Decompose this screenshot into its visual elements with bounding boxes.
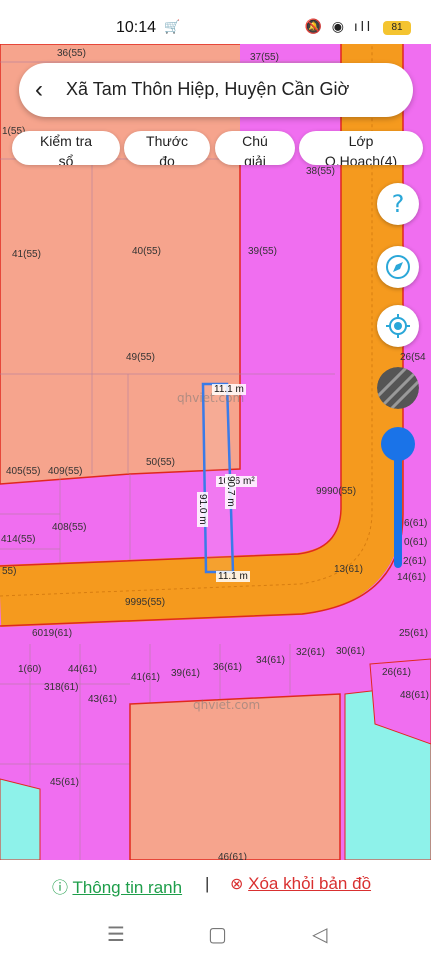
lot-label: 39(61) (171, 668, 200, 679)
system-nav-bar: ☰ ▢ ◁ (0, 908, 431, 960)
lot-label: 43(61) (88, 694, 117, 705)
measure-label-2: đo (159, 153, 175, 165)
lot-label: 50(55) (146, 457, 175, 468)
lot-label: 6019(61) (32, 628, 73, 639)
help-button[interactable]: ? (377, 183, 419, 225)
shopping-cart-icon: 🛒 (164, 19, 181, 34)
legend-label-2: giải (244, 153, 266, 165)
map-view[interactable]: 36(55) 37(55) 1(55) 38(55) 41(55) 40(55)… (0, 44, 431, 860)
help-icon: ? (392, 191, 405, 217)
satellite-layer-button[interactable] (377, 367, 419, 409)
planning-layer-button[interactable]: Lớp Q.Hoạch(4) (299, 131, 423, 165)
watermark: qhviet.com (193, 698, 261, 712)
lot-label: 318(61) (44, 682, 79, 693)
opacity-slider[interactable] (394, 446, 402, 568)
lot-label: 40(55) (132, 246, 161, 257)
lot-label: 36(55) (57, 48, 86, 59)
menu-icon[interactable]: ☰ (107, 922, 125, 947)
layer-label-1: Lớp (348, 133, 374, 149)
lot-label: 38(55) (306, 166, 335, 177)
boundary-info-label: Thông tin ranh (72, 878, 183, 897)
satellite-layer-icon (377, 367, 419, 409)
separator: | (205, 874, 210, 893)
page-title: Xã Tam Thôn Hiệp, Huyện Cần Giờ (66, 79, 350, 99)
lot-label: 13(61) (334, 564, 363, 575)
close-circle-icon: ⊗ (230, 876, 244, 893)
lot-label: 9990(55) (316, 486, 357, 497)
status-time: 10:14 (116, 19, 157, 36)
check-book-label-2: sổ (58, 153, 74, 165)
lot-label: 55) (2, 566, 17, 577)
zone-water-west (0, 778, 41, 860)
area-label: 1006 m² (216, 476, 257, 487)
check-book-button[interactable]: Kiểm tra sổ (12, 131, 120, 165)
measure-left: 91.0 m (197, 492, 208, 527)
lot-label: 405(55) (6, 466, 41, 477)
layer-label-2: Q.Hoạch(4) (324, 153, 398, 165)
locate-button[interactable] (377, 305, 419, 347)
lot-label: 408(55) (52, 522, 87, 533)
remove-from-map-link[interactable]: ⊗ Xóa khỏi bản đồ (230, 874, 371, 894)
back-icon[interactable]: ◁ (312, 922, 327, 947)
lot-label: 0(61) (404, 537, 428, 548)
measure-right: 90.7 m (225, 474, 236, 509)
measure-bottom: 11.1 m (216, 571, 250, 582)
lot-label: 14(61) (397, 572, 426, 583)
lot-label: 49(55) (126, 352, 155, 363)
lot-label: 37(55) (250, 52, 279, 63)
lot-label: 26(61) (382, 667, 411, 678)
measure-tool-button[interactable]: Thước đo (124, 131, 210, 165)
compass-button[interactable] (377, 246, 419, 288)
lot-label: 25(61) (399, 628, 428, 639)
lot-label: 44(61) (68, 664, 97, 675)
measure-label-1: Thước (146, 133, 188, 149)
lot-label: 9995(55) (125, 597, 166, 608)
lot-label: 26(54 (400, 352, 426, 363)
lot-label: 46(61) (218, 852, 247, 860)
check-book-label-1: Kiểm tra (39, 133, 93, 149)
bottom-action-bar: ⓘ Thông tin ranh | ⊗ Xóa khỏi bản đồ (0, 860, 431, 908)
status-icons: 🔕 ◉ ıll (304, 18, 373, 34)
lot-label: 414(55) (1, 534, 36, 545)
measure-top: 11.1 m (212, 384, 246, 395)
legend-button[interactable]: Chú giải (215, 131, 295, 165)
lot-label: 48(61) (400, 690, 429, 701)
legend-label-1: Chú (242, 133, 268, 149)
lot-label: 34(61) (256, 655, 285, 666)
lot-label: 41(55) (12, 249, 41, 260)
home-icon[interactable]: ▢ (208, 922, 227, 947)
svg-text:?: ? (392, 191, 405, 217)
map-canvas (0, 44, 431, 860)
boundary-info-link[interactable]: ⓘ Thông tin ranh (52, 874, 182, 898)
lot-label: 45(61) (50, 777, 79, 788)
compass-icon (386, 255, 410, 279)
lot-label: 30(61) (336, 646, 365, 657)
lot-label: 36(61) (213, 662, 242, 673)
opacity-slider-handle[interactable] (381, 427, 415, 461)
battery-icon: 81 (383, 21, 411, 35)
info-icon: ⓘ (52, 880, 69, 897)
lot-label: 32(61) (296, 647, 325, 658)
status-bar: 10:14 🛒 🔕 ◉ ıll 81 (0, 0, 431, 44)
lot-label: 39(55) (248, 246, 277, 257)
remove-label: Xóa khỏi bản đồ (248, 874, 372, 893)
lot-label: 2(61) (403, 556, 427, 567)
zone-commercial-south (129, 693, 341, 860)
location-header: ‹ Xã Tam Thôn Hiệp, Huyện Cần Giờ (19, 63, 413, 117)
lot-label: 409(55) (48, 466, 83, 477)
chevron-left-icon[interactable]: ‹ (35, 76, 43, 104)
lot-label: 41(61) (131, 672, 160, 683)
locate-icon (386, 314, 410, 338)
lot-label: 6(61) (404, 518, 428, 529)
lot-label: 1(60) (18, 664, 42, 675)
